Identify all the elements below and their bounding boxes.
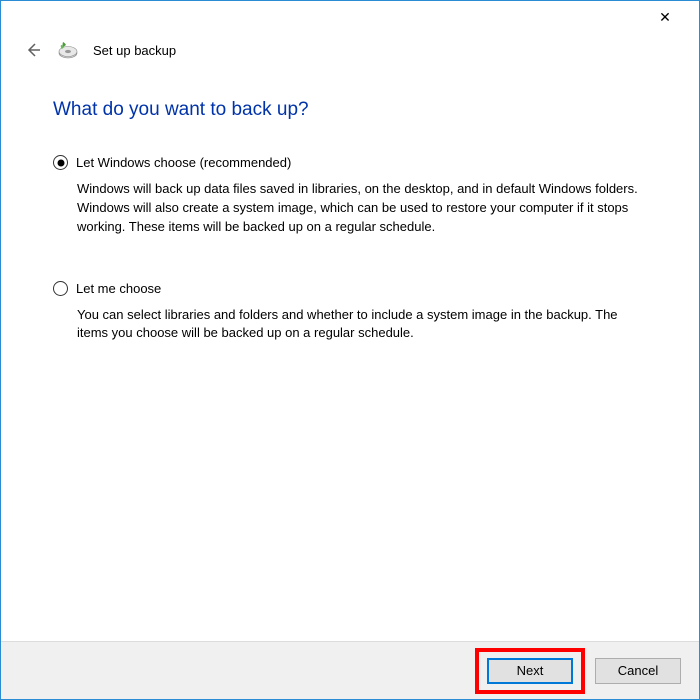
backup-icon <box>57 39 79 61</box>
option-let-windows-choose: Let Windows choose (recommended) Windows… <box>53 155 647 237</box>
option-label: Let Windows choose (recommended) <box>76 155 291 170</box>
header: Set up backup <box>1 33 699 65</box>
next-button[interactable]: Next <box>487 658 573 684</box>
back-button[interactable] <box>23 40 43 60</box>
footer: Next Cancel <box>1 641 699 699</box>
close-icon: ✕ <box>659 9 671 26</box>
option-row[interactable]: Let me choose <box>53 281 647 296</box>
close-button[interactable]: ✕ <box>643 2 687 32</box>
radio-let-windows-choose[interactable] <box>53 155 68 170</box>
dialog-window: ✕ Set up backup What do you want to back… <box>0 0 700 700</box>
titlebar: ✕ <box>1 1 699 33</box>
header-title: Set up backup <box>93 43 176 58</box>
option-description: Windows will back up data files saved in… <box>53 180 647 237</box>
option-row[interactable]: Let Windows choose (recommended) <box>53 155 647 170</box>
cancel-button[interactable]: Cancel <box>595 658 681 684</box>
option-label: Let me choose <box>76 281 161 296</box>
page-heading: What do you want to back up? <box>53 99 647 121</box>
option-let-me-choose: Let me choose You can select libraries a… <box>53 281 647 344</box>
highlight-annotation: Next <box>475 648 585 694</box>
option-description: You can select libraries and folders and… <box>53 306 647 344</box>
back-arrow-icon <box>24 41 42 59</box>
radio-let-me-choose[interactable] <box>53 281 68 296</box>
content-area: What do you want to back up? Let Windows… <box>1 65 699 641</box>
